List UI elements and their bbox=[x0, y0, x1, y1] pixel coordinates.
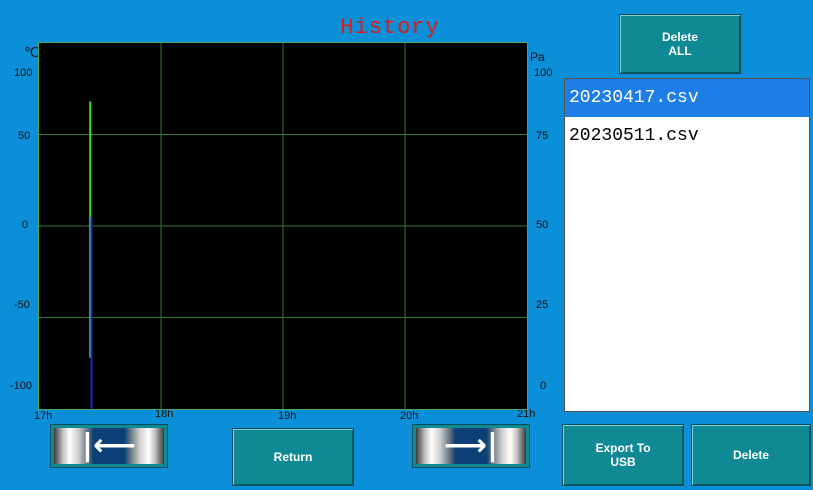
x-tick: 17h bbox=[34, 410, 53, 422]
previous-button[interactable]: |⟵ bbox=[50, 424, 168, 468]
history-chart bbox=[38, 42, 528, 410]
right-tick: 100 bbox=[534, 67, 553, 79]
left-tick: -100 bbox=[10, 380, 33, 392]
return-button[interactable]: Return bbox=[232, 428, 354, 486]
arrow-to-left-icon: |⟵ bbox=[54, 428, 164, 464]
export-usb-label: Export To USB bbox=[595, 441, 651, 469]
x-tick: 19h bbox=[278, 410, 297, 422]
right-tick: 0 bbox=[540, 380, 547, 392]
left-tick: 50 bbox=[18, 130, 31, 142]
chart-canvas bbox=[39, 43, 527, 409]
delete-all-button[interactable]: Delete ALL bbox=[619, 14, 741, 74]
file-item-20230417[interactable]: 20230417.csv bbox=[565, 79, 809, 117]
export-usb-button[interactable]: Export To USB bbox=[562, 424, 684, 486]
arrow-to-right-icon: ⟶| bbox=[416, 428, 526, 464]
right-axis-unit: Pa bbox=[530, 50, 545, 64]
file-item-20230511[interactable]: 20230511.csv bbox=[565, 117, 809, 155]
right-tick: 50 bbox=[536, 219, 549, 231]
right-tick: 25 bbox=[536, 299, 549, 311]
left-tick: 100 bbox=[14, 67, 33, 79]
delete-button[interactable]: Delete bbox=[691, 424, 811, 486]
right-tick: 75 bbox=[536, 130, 549, 142]
next-button[interactable]: ⟶| bbox=[412, 424, 530, 468]
x-tick: 20h bbox=[400, 410, 419, 422]
left-tick: -50 bbox=[14, 299, 30, 311]
left-tick: 0 bbox=[22, 219, 29, 231]
return-label: Return bbox=[273, 450, 313, 464]
page-title: History curves bbox=[340, 15, 440, 68]
delete-label: Delete bbox=[732, 448, 770, 462]
file-list[interactable]: 20230417.csv 20230511.csv bbox=[564, 78, 810, 412]
delete-all-label: Delete ALL bbox=[661, 30, 699, 58]
